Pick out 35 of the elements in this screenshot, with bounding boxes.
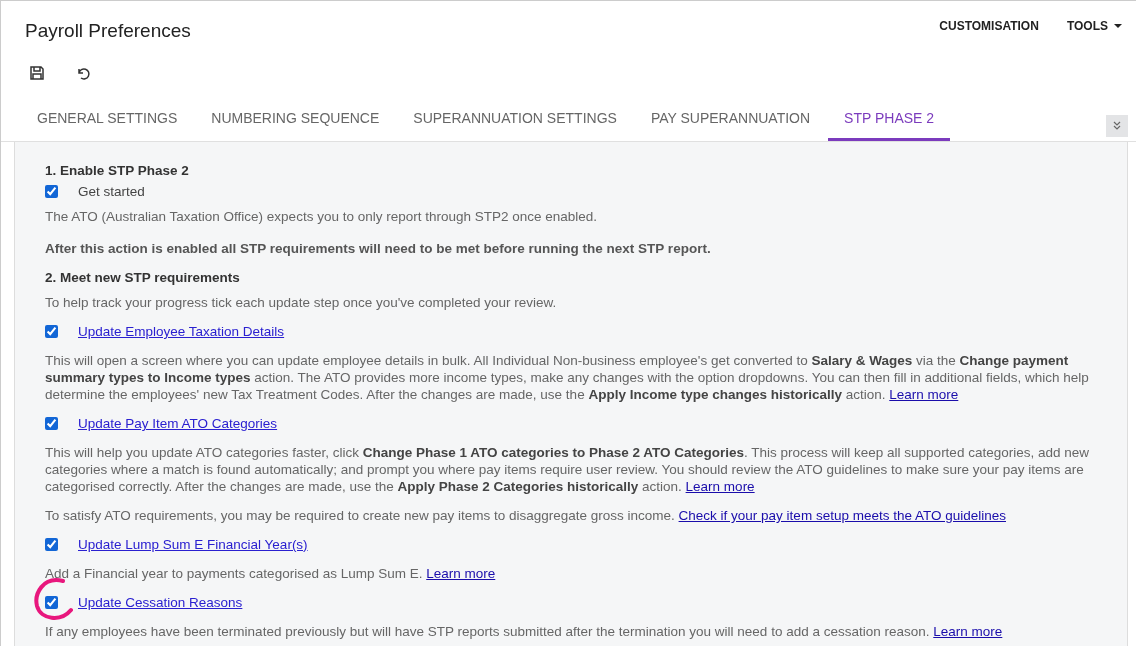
step-description: If any employees have been terminated previously but will have STP reports submitted after the termination you will need to add a cessation reason. Learn more: [45, 623, 1004, 640]
step-link[interactable]: Update Pay Item ATO Categories: [78, 415, 278, 432]
info-text: The ATO (Australian Taxation Office) expects you to only report through STP2 once enabled.: [45, 208, 599, 225]
info-text: To help track your progress tick each update step once you've completed your review.: [45, 294, 558, 311]
menu-button[interactable]: CUSTOMISATION: [939, 19, 1039, 33]
section-heading: 2. Meet new STP requirements: [45, 269, 241, 286]
warning-text: After this action is enabled all STP requirements will need to be met before running the next STP report.: [45, 240, 712, 257]
checkbox-label: Get started: [78, 183, 145, 200]
learn-more-link[interactable]: Check if your pay item setup meets the ATO guidelines: [678, 508, 1006, 523]
checkbox[interactable]: [45, 417, 58, 430]
checkbox[interactable]: [45, 325, 58, 338]
tab[interactable]: NUMBERING SEQUENCE: [195, 110, 396, 141]
step-description: This will help you update ATO categories faster, click Change Phase 1 ATO categories to Phase 2 ATO Categories. This process will keep all supported categories, add new categories where a match is found automatically; and prompt you where pay items require user review. You should review the ATO guidelines to make sure your pay items are categorised correctly. After the changes are made, use the Apply Phase 2 Categories historically action. Learn more: [45, 444, 1090, 495]
learn-more-link[interactable]: Learn more: [889, 387, 959, 402]
chevron-double-icon[interactable]: [1106, 115, 1128, 137]
tab[interactable]: SUPERANNUATION SETTINGS: [397, 110, 633, 141]
step-description: Add a Financial year to payments categorised as Lump Sum E. Learn more: [45, 565, 497, 582]
save-icon[interactable]: [29, 65, 45, 81]
learn-more-link[interactable]: Learn more: [426, 566, 496, 581]
step-link[interactable]: Update Cessation Reasons: [78, 594, 243, 611]
tab[interactable]: GENERAL SETTINGS: [21, 110, 194, 141]
step-description: This will open a screen where you can update employee details in bulk. All Individual Non-business employee's get converted to Salary & Wages via the Change payment summary types to Income types action. The ATO provides more income types, make any changes with the option dropdowns. You can then fill in additional fields, which help determine the employees' new Tax Treatment Codes. After the changes are made, use the Apply Income type changes historically action. Learn more: [45, 352, 1090, 403]
menu-button[interactable]: TOOLS: [1066, 19, 1122, 33]
learn-more-link[interactable]: Learn more: [685, 479, 755, 494]
step-link[interactable]: Update Employee Taxation Details: [78, 323, 285, 340]
section-heading: 1. Enable STP Phase 2: [45, 162, 190, 179]
checkbox[interactable]: [45, 185, 58, 198]
undo-icon[interactable]: [75, 65, 91, 81]
page-title: Payroll Preferences: [25, 20, 191, 43]
tab[interactable]: PAY SUPERANNUATION: [634, 110, 827, 141]
checkbox[interactable]: [45, 538, 58, 551]
learn-more-link[interactable]: Learn more: [933, 624, 1003, 639]
step-link[interactable]: Update Lump Sum E Financial Year(s): [78, 536, 308, 553]
checkbox[interactable]: [45, 596, 58, 609]
step-description: To satisfy ATO requirements, you may be required to create new pay items to disaggregate gross income. Check if your pay item setup meets the ATO guidelines: [45, 507, 1007, 524]
